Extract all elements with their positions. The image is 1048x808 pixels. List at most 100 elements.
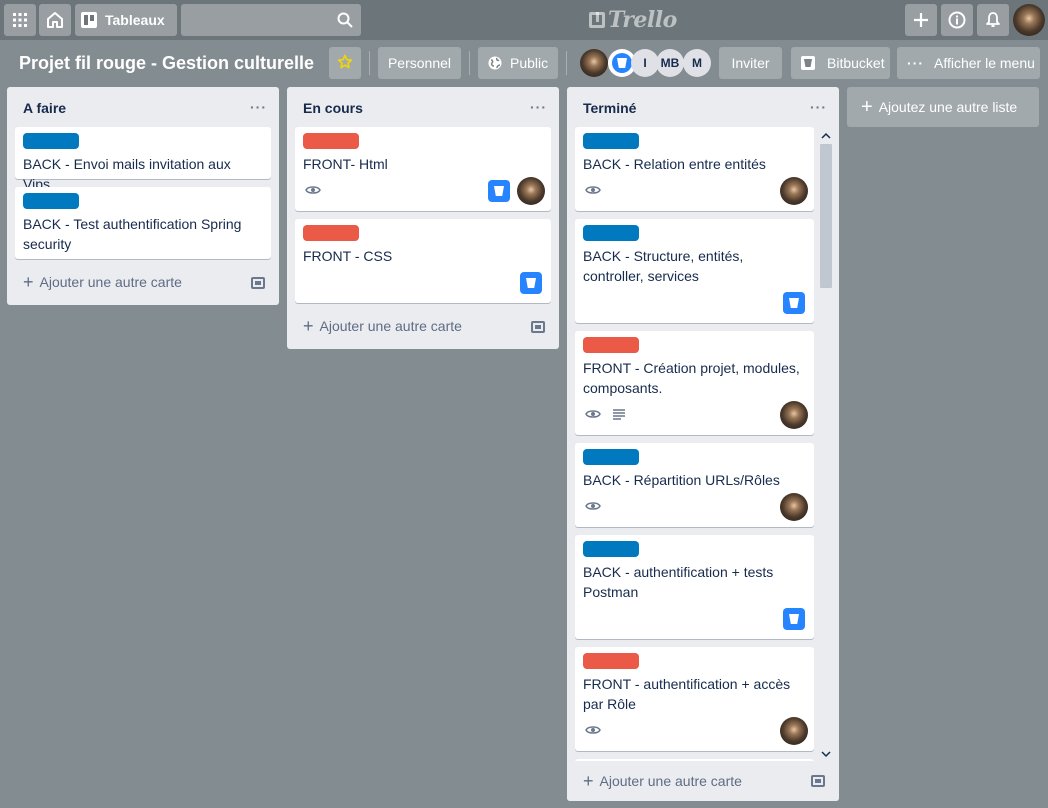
add-card-label: Ajouter une autre carte xyxy=(319,318,462,334)
plus-icon xyxy=(913,12,929,28)
show-menu-button[interactable]: ··· Afficher le menu xyxy=(897,47,1040,79)
card-label-back[interactable] xyxy=(23,193,79,209)
card-label-back[interactable] xyxy=(583,541,639,557)
card-title: BACK - Répartition URLs/Rôles xyxy=(583,472,780,488)
more-icon: ··· xyxy=(907,55,924,71)
card-label-front[interactable] xyxy=(303,133,359,149)
star-icon xyxy=(337,54,353,73)
card[interactable]: FRONT - Création projet, modules, compos… xyxy=(575,331,814,435)
list-title[interactable]: A faire xyxy=(23,100,66,116)
card[interactable]: FRONT - authentification + accès par Rôl… xyxy=(575,647,814,751)
show-menu-label: Afficher le menu xyxy=(934,55,1035,71)
card-label-front[interactable] xyxy=(583,653,639,669)
boards-label: Tableaux xyxy=(105,12,165,28)
plus-icon: + xyxy=(23,272,34,292)
trello-logo[interactable]: Trello xyxy=(589,7,677,33)
bitbucket-label: Bitbucket xyxy=(827,55,885,71)
list-title[interactable]: Terminé xyxy=(583,100,636,116)
card-label-back[interactable] xyxy=(583,449,639,465)
card-label-front[interactable] xyxy=(583,337,639,353)
card-member-avatar[interactable] xyxy=(780,717,808,745)
more-icon: ··· xyxy=(530,99,547,115)
header-divider xyxy=(566,51,567,75)
home-button[interactable] xyxy=(39,4,71,36)
notifications-button[interactable] xyxy=(977,4,1009,36)
bitbucket-icon xyxy=(612,53,632,73)
list-footer: + Ajouter une autre carte xyxy=(567,761,839,801)
card-template-icon[interactable] xyxy=(251,277,265,289)
card-template-icon[interactable] xyxy=(811,775,825,787)
header-divider xyxy=(469,51,470,75)
more-icon: ··· xyxy=(810,99,827,115)
create-button[interactable] xyxy=(905,4,937,36)
info-button[interactable] xyxy=(941,4,973,36)
list-scrollbar[interactable] xyxy=(818,128,834,762)
card[interactable]: FRONT - CSS xyxy=(295,219,551,303)
board-title[interactable]: Projet fil rouge - Gestion culturelle xyxy=(19,53,314,74)
card-member-avatar[interactable] xyxy=(517,177,545,205)
card-member-avatar[interactable] xyxy=(780,401,808,429)
bitbucket-icon xyxy=(801,56,815,70)
add-card-button[interactable]: + Ajouter une autre carte xyxy=(583,772,742,790)
team-button[interactable]: Personnel xyxy=(378,47,461,79)
visibility-label: Public xyxy=(510,55,549,71)
card[interactable]: BACK - Structure, entités, controller, s… xyxy=(575,219,814,323)
plus-icon: + xyxy=(303,316,314,336)
card[interactable]: BACK - Relation entre entités xyxy=(575,127,814,211)
home-icon xyxy=(46,11,64,29)
list-menu-button[interactable]: ··· xyxy=(530,99,547,115)
card-template-icon[interactable] xyxy=(531,321,545,333)
info-icon xyxy=(948,11,966,29)
card-title: BACK - authentification + tests Postman xyxy=(583,564,774,600)
star-button[interactable] xyxy=(329,47,361,79)
card-title: FRONT - authentification + accès par Rôl… xyxy=(583,676,791,712)
add-list-button[interactable]: + Ajoutez une autre liste xyxy=(847,87,1039,127)
bitbucket-icon xyxy=(783,292,805,314)
bitbucket-icon xyxy=(520,272,542,294)
list-menu-button[interactable]: ··· xyxy=(250,99,267,115)
list-termine: Terminé ··· BACK - Relation entre entité… xyxy=(567,87,839,801)
user-avatar[interactable] xyxy=(1013,4,1045,36)
list-en-cours: En cours ··· FRONT- Html FRONT - CSS + A… xyxy=(287,87,559,349)
plus-icon: + xyxy=(861,96,873,118)
card-member-avatar[interactable] xyxy=(780,177,808,205)
card-member-avatar[interactable] xyxy=(780,493,808,521)
apps-button[interactable] xyxy=(4,4,36,36)
member-initials[interactable]: M xyxy=(683,49,711,77)
description-icon xyxy=(613,407,625,425)
invite-label: Inviter xyxy=(731,55,770,71)
eye-icon xyxy=(305,183,321,201)
list-title[interactable]: En cours xyxy=(303,100,363,116)
boards-icon xyxy=(81,12,97,28)
card-title: BACK - Test authentification Spring secu… xyxy=(23,216,242,252)
bitbucket-icon xyxy=(783,608,805,630)
card-label-back[interactable] xyxy=(23,133,79,149)
search-input[interactable] xyxy=(181,4,361,36)
invite-button[interactable]: Inviter xyxy=(719,47,782,79)
card-label-back[interactable] xyxy=(583,133,639,149)
card[interactable]: BACK - Répartition URLs/Rôles xyxy=(575,443,814,527)
add-list-label: Ajoutez une autre liste xyxy=(878,99,1018,115)
card[interactable]: BACK - Envoi mails invitation aux Vips xyxy=(15,127,271,192)
card[interactable]: BACK - Test authentification Spring secu… xyxy=(15,187,271,259)
grid-icon xyxy=(13,13,27,27)
add-card-button[interactable]: + Ajouter une autre carte xyxy=(23,272,182,292)
member-initials[interactable]: I xyxy=(631,49,659,77)
list-menu-button[interactable]: ··· xyxy=(810,99,827,115)
card-label-front[interactable] xyxy=(303,225,359,241)
card-title: FRONT - CSS xyxy=(303,248,393,264)
boards-button[interactable]: Tableaux xyxy=(75,4,177,36)
card-title: BACK - Relation entre entités xyxy=(583,156,766,172)
card-label-back[interactable] xyxy=(583,225,639,241)
card[interactable]: BACK - authentification + tests Postman xyxy=(575,535,814,639)
add-card-button[interactable]: + Ajouter une autre carte xyxy=(303,316,462,336)
visibility-button[interactable]: Public xyxy=(478,47,558,79)
member-avatar[interactable] xyxy=(580,49,608,77)
eye-icon xyxy=(585,499,601,517)
bitbucket-button[interactable]: Bitbucket xyxy=(791,47,890,79)
member-initials[interactable]: MB xyxy=(656,49,684,77)
card-title: FRONT - Création projet, modules, compos… xyxy=(583,360,800,396)
card[interactable]: FRONT- Html xyxy=(295,127,551,211)
search-icon xyxy=(337,12,353,33)
card-title: FRONT- Html xyxy=(303,156,388,172)
